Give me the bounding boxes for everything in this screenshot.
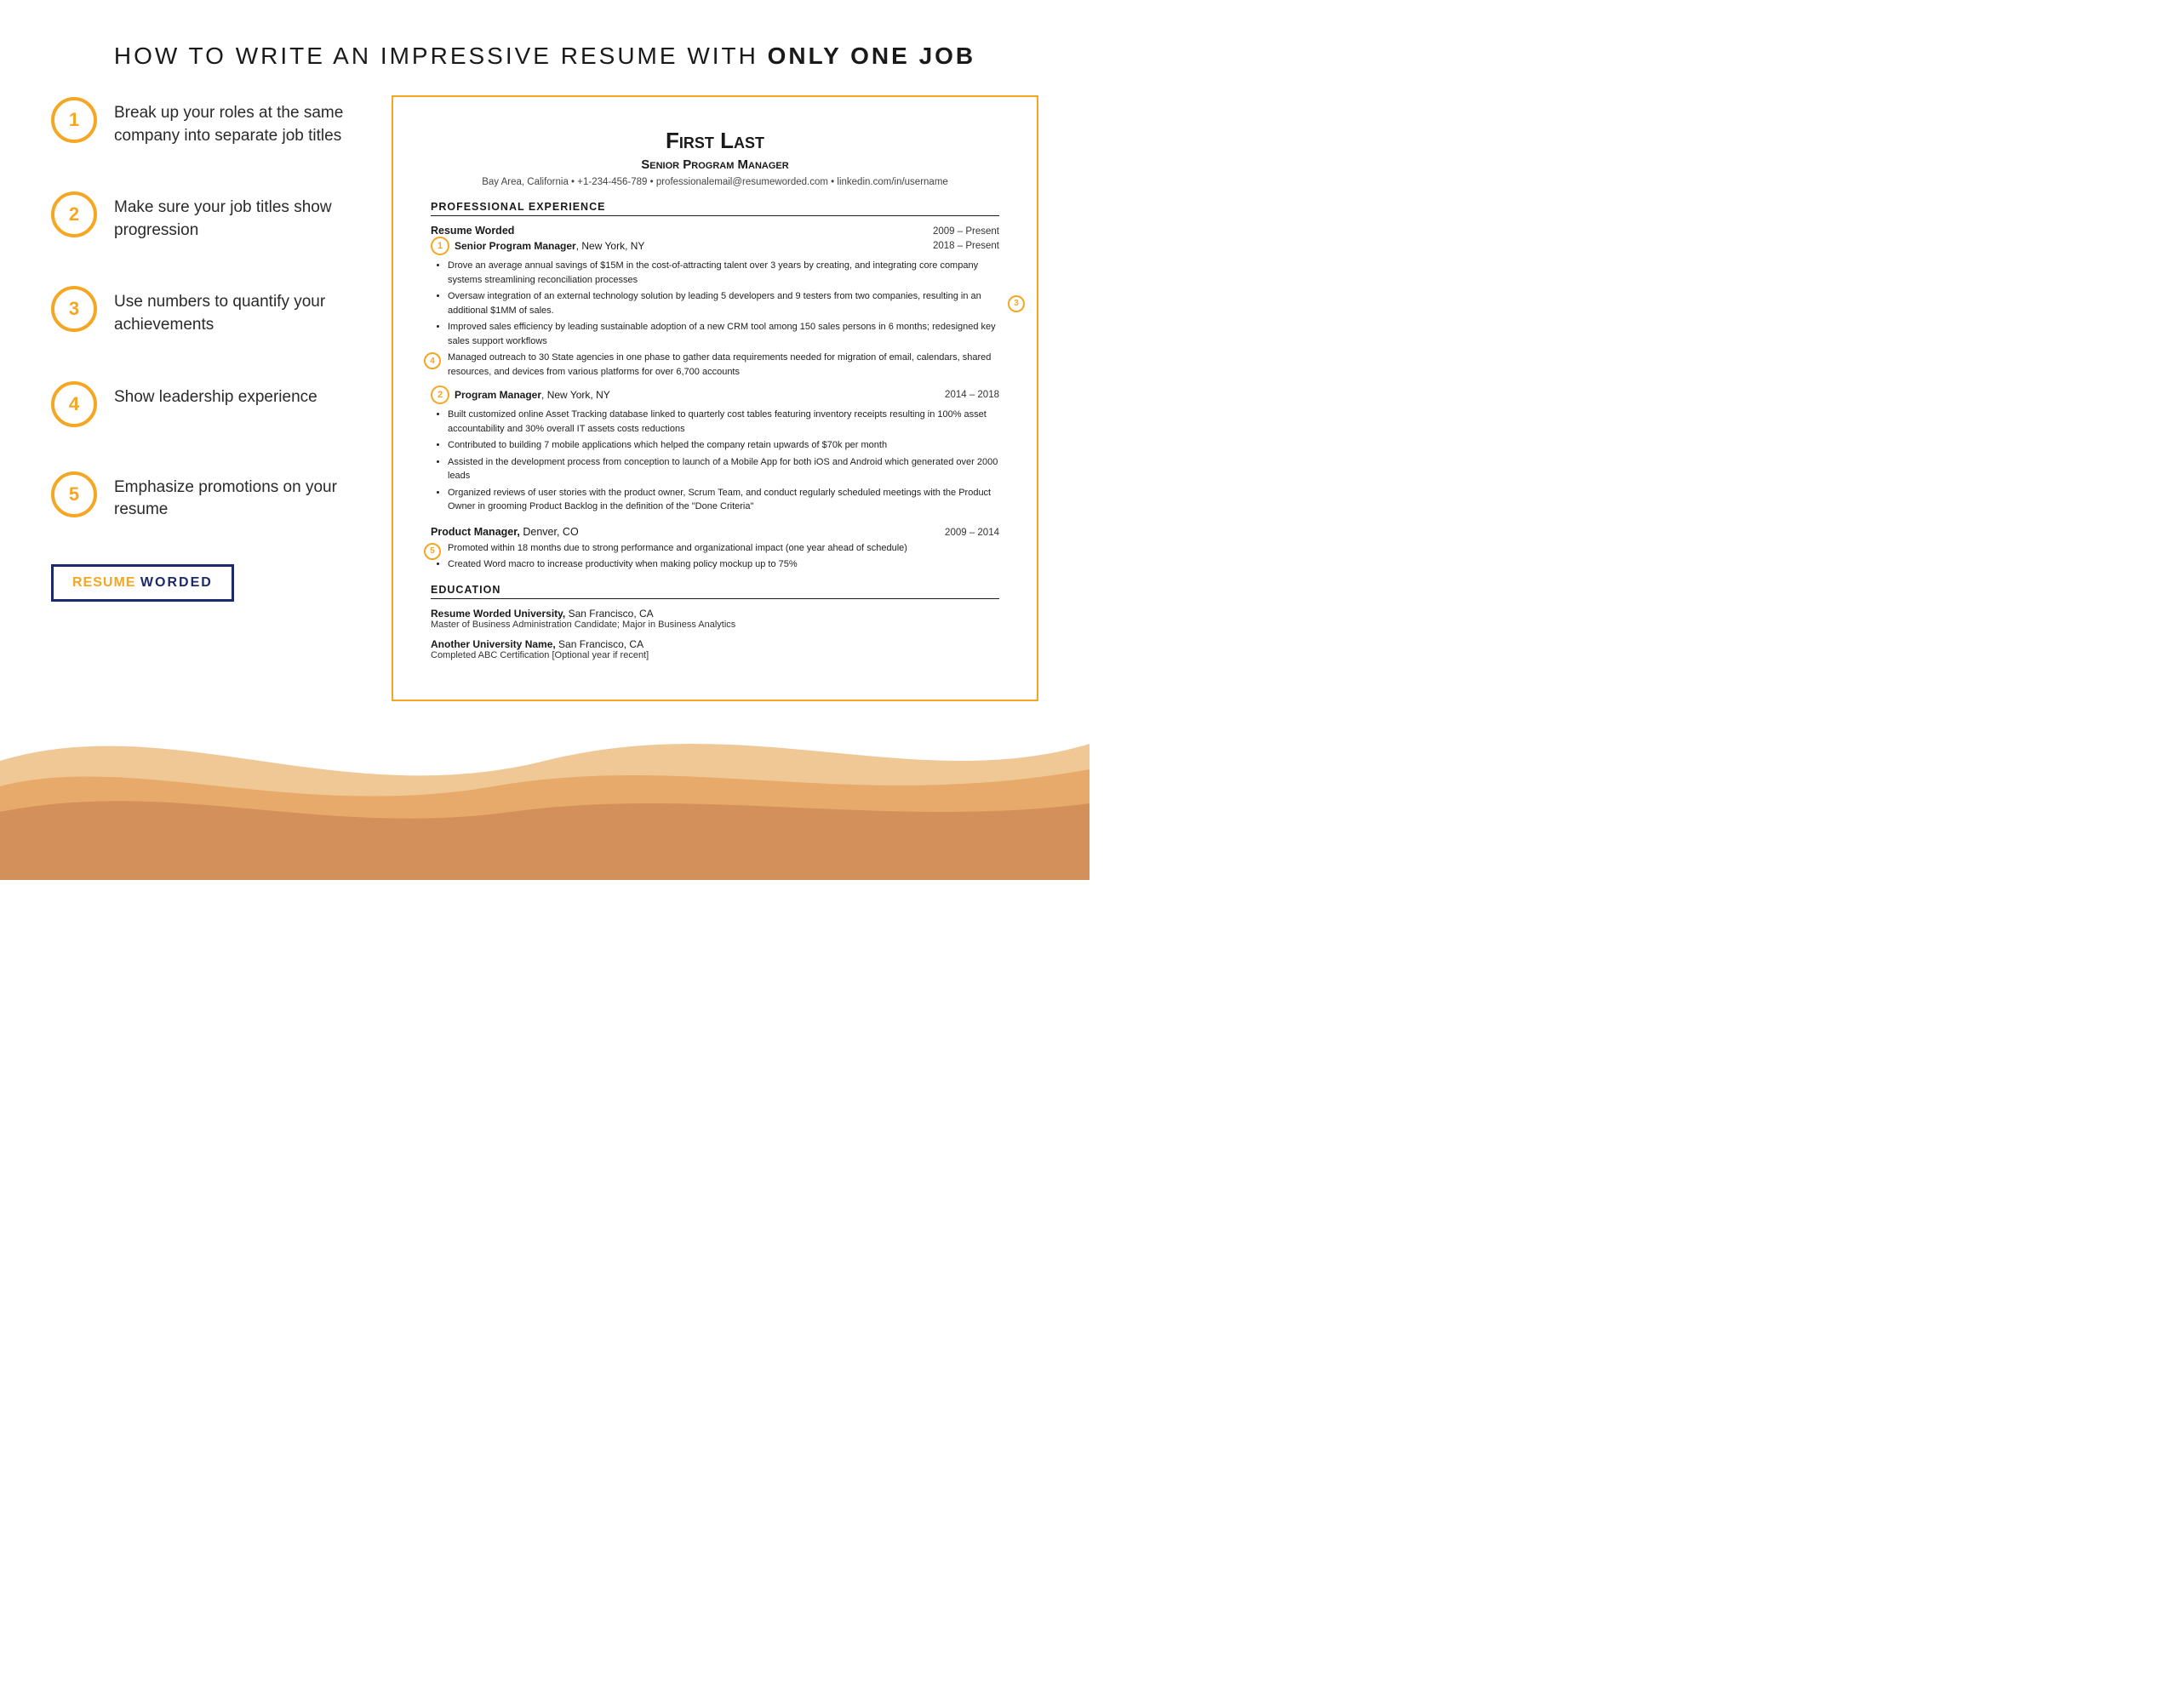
tip-number-4: 4 [51,381,97,427]
bullet-text-2-1: Built customized online Asset Tracking d… [448,409,987,434]
tip-number-5: 5 [51,471,97,517]
bullet-pm-1: 5 Promoted within 18 months due to stron… [448,541,999,556]
job-entry-resume-worded: Resume Worded 2009 – Present 1 Senior Pr… [431,225,999,514]
edu-degree-1: Master of Business Administration Candid… [431,620,999,630]
bullet-text-1-3: Improved sales efficiency by leading sus… [448,322,996,346]
bullet-text-1-4: Managed outreach to 30 State agencies in… [448,351,999,379]
tips-list: 1 Break up your roles at the same compan… [51,95,357,522]
role-badge-1: 1 [431,237,449,255]
company-name-1: Resume Worded [431,225,514,237]
role-bullets-2: Built customized online Asset Tracking d… [431,408,999,514]
bullet-1-1: Drove an average annual savings of $15M … [448,259,999,287]
tip-text-1: Break up your roles at the same company … [114,95,357,147]
role-title-with-badge-1: 1 Senior Program Manager, New York, NY [431,237,644,255]
education-section-title: EDUCATION [431,584,999,599]
title-bold-text: ONLY ONE JOB [768,43,976,69]
resume-contact: Bay Area, California • +1-234-456-789 • … [431,177,999,187]
company-dates-2: 2009 – 2014 [945,528,999,538]
bullet-badge-3: 3 [1008,295,1025,312]
bullet-1-2: Oversaw integration of an external techn… [448,289,999,317]
role-dates-2: 2014 – 2018 [945,390,999,400]
role-bullets-1: Drove an average annual savings of $15M … [431,259,999,379]
bullet-2-1: Built customized online Asset Tracking d… [448,408,999,436]
bullet-text-pm-2: Created Word macro to increase productiv… [448,559,798,569]
tip-text-4: Show leadership experience [114,380,317,409]
resume-worded-logo: RESUME WORDED [51,564,234,602]
job-entry-product-manager: Product Manager, Denver, CO 2009 – 2014 … [431,526,999,572]
tip-number-1: 1 [51,97,97,143]
job-2-bullets: 5 Promoted within 18 months due to stron… [431,541,999,572]
tip-5: 5 Emphasize promotions on your resume [51,470,357,522]
logo-area: RESUME WORDED [51,564,357,602]
bullet-text-2-3: Assisted in the development process from… [448,457,998,482]
role-title-with-badge-2: 2 Program Manager, New York, NY [431,386,610,404]
bullet-text-2-4: Organized reviews of user stories with t… [448,488,991,512]
header: HOW TO WRITE AN IMPRESSIVE RESUME WITH O… [0,0,1090,95]
sand-section [0,693,1090,880]
bullet-text-1-2: Oversaw integration of an external techn… [448,291,981,316]
tip-2: 2 Make sure your job titles show progres… [51,190,357,242]
bullet-text-1-1: Drove an average annual savings of $15M … [448,260,978,285]
edu-degree-2: Completed ABC Certification [Optional ye… [431,650,999,660]
role-program-manager: 2 Program Manager, New York, NY 2014 – 2… [431,386,999,514]
edu-entry-2: Another University Name, San Francisco, … [431,638,999,660]
bullet-badge-4: 4 [424,352,441,369]
bullet-1-3: Improved sales efficiency by leading sus… [448,320,999,348]
page-wrapper: HOW TO WRITE AN IMPRESSIVE RESUME WITH O… [0,0,1090,880]
bullet-text-pm-1: Promoted within 18 months due to strong … [448,541,907,556]
job-company-header: Resume Worded 2009 – Present [431,225,999,237]
company-dates-1: 2009 – Present [933,226,999,237]
bullet-text-2-2: Contributed to building 7 mobile applica… [448,440,887,450]
tip-3: 3 Use numbers to quantify your achieveme… [51,284,357,336]
role-dates-1: 2018 – Present [933,241,999,251]
tip-4: 4 Show leadership experience [51,380,357,427]
tip-number-2: 2 [51,191,97,237]
bullet-2-2: Contributed to building 7 mobile applica… [448,438,999,453]
role-title-text-1: Senior Program Manager, New York, NY [455,240,644,252]
experience-section-title: PROFESSIONAL EXPERIENCE [431,201,999,216]
bullet-2-4: Organized reviews of user stories with t… [448,486,999,514]
company-name-2: Product Manager, Denver, CO [431,526,579,538]
edu-entry-1: Resume Worded University, San Francisco,… [431,608,999,630]
sand-svg [0,693,1090,880]
role-title-line-1: 1 Senior Program Manager, New York, NY 2… [431,237,999,255]
title-normal-text: HOW TO WRITE AN IMPRESSIVE RESUME WITH [114,43,768,69]
role-badge-2: 2 [431,386,449,404]
tip-text-2: Make sure your job titles show progressi… [114,190,357,242]
job-company-header-2: Product Manager, Denver, CO 2009 – 2014 [431,526,999,538]
edu-school-1: Resume Worded University, San Francisco,… [431,608,999,620]
logo-resume-text: RESUME [72,575,135,590]
tip-text-3: Use numbers to quantify your achievement… [114,284,357,336]
role-title-text-2: Program Manager, New York, NY [455,389,610,401]
left-panel: 1 Break up your roles at the same compan… [51,95,357,610]
logo-worded-text: WORDED [140,575,213,590]
role-title-line-2: 2 Program Manager, New York, NY 2014 – 2… [431,386,999,404]
bullet-2-3: Assisted in the development process from… [448,455,999,483]
role-senior-pm: 1 Senior Program Manager, New York, NY 2… [431,237,999,379]
resume-name: First Last [431,128,999,154]
resume-panel: First Last Senior Program Manager Bay Ar… [392,95,1038,701]
resume-job-title: Senior Program Manager [431,157,999,172]
tip-text-5: Emphasize promotions on your resume [114,470,357,522]
edu-school-2: Another University Name, San Francisco, … [431,638,999,650]
tip-number-3: 3 [51,286,97,332]
bullet-pm-2: Created Word macro to increase productiv… [448,557,999,572]
page-title: HOW TO WRITE AN IMPRESSIVE RESUME WITH O… [51,43,1038,70]
bullet-4-wrapper: 4 Managed outreach to 30 State agencies … [448,351,999,379]
tip-1: 1 Break up your roles at the same compan… [51,95,357,147]
bullet-pm-1-wrapper: 5 Promoted within 18 months due to stron… [448,541,999,556]
bullet-1-4: 4 Managed outreach to 30 State agencies … [448,351,999,379]
